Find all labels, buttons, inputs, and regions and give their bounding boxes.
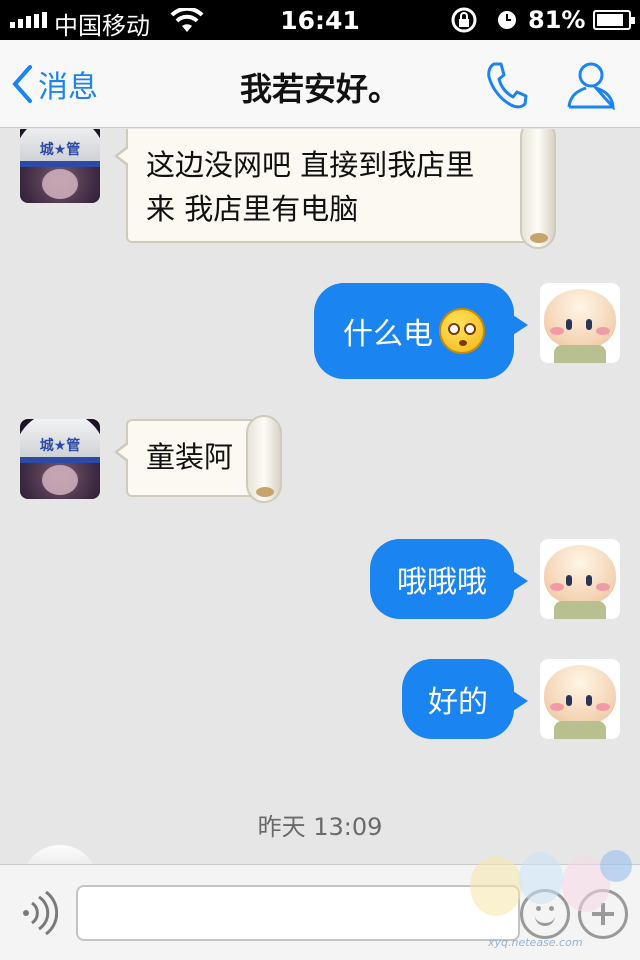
message-input[interactable] [76,885,520,941]
message-timestamp: 昨天 13:09 [257,813,383,841]
plus-icon[interactable] [578,889,628,939]
page-title: 我若安好。 [239,70,400,108]
message-text: 什么电 [343,317,433,352]
status-bar: 中国移动 16:41 81% [0,0,640,40]
input-bar [0,864,640,960]
rotation-lock-icon [451,7,477,33]
chat-area[interactable]: 城★管 这边没网吧 直接到我店里 来 我店里有电脑 什么电 城★管 童装阿 哦哦… [0,129,640,864]
message-text: 童装阿 [146,440,234,474]
contact-avatar[interactable]: 城★管 [20,129,100,203]
battery-percent: 81% [528,6,586,34]
message-bubble-outgoing[interactable]: 哦哦哦 [370,539,528,619]
voice-icon[interactable] [18,891,58,935]
message-bubble-incoming[interactable]: 这边没网吧 直接到我店里 来 我店里有电脑 [114,129,556,249]
message-bubble-outgoing[interactable]: 好的 [402,659,528,739]
phone-icon[interactable] [484,60,528,110]
helmet-text: 城★管 [39,438,81,454]
alarm-icon [498,11,516,29]
message-bubble-outgoing[interactable]: 什么电 [314,283,528,379]
message-text-line2: 来 我店里有电脑 [146,192,359,226]
battery-charging-icon [593,10,635,30]
my-avatar[interactable] [540,659,620,739]
message-text: 哦哦哦 [397,565,487,600]
nav-bar: 消息 我若安好。 [0,40,640,128]
message-bubble-incoming[interactable]: 童装阿 [114,415,282,503]
contact-avatar[interactable]: 城★管 [20,419,100,499]
contact-avatar-partial[interactable] [22,845,98,864]
emoji-icon[interactable] [520,889,570,939]
helmet-text: 城★管 [39,142,81,158]
contact-icon[interactable] [566,60,616,110]
message-text-line1: 这边没网吧 直接到我店里 [146,148,475,182]
my-avatar[interactable] [540,283,620,363]
my-avatar[interactable] [540,539,620,619]
message-text: 好的 [428,685,488,720]
angry-face-emoji [439,308,485,354]
